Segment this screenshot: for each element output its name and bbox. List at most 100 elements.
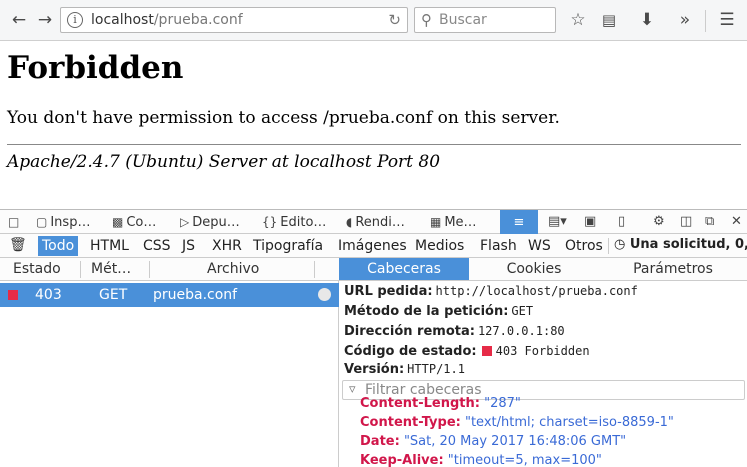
separate-window-icon[interactable]: ⧉ [705, 214, 714, 229]
filter-flash[interactable]: Flash [476, 236, 521, 256]
status-dot-icon [318, 288, 331, 301]
filter-fonts[interactable]: Tipografía [249, 236, 327, 256]
settings-icon[interactable]: ⚙ [653, 214, 665, 229]
network-filterbar: 🗑 Todo HTML CSS JS XHR Tipografía Imágen… [0, 234, 747, 258]
debugger-icon: ▷ [180, 215, 190, 229]
filter-icon: ▿ [349, 382, 356, 397]
response-header-row[interactable]: Keep-Alive: "timeout=5, max=100" [360, 453, 602, 467]
overflow-button[interactable]: » [672, 7, 698, 33]
tab-params[interactable]: Parámetros [599, 258, 747, 280]
dock-side-icon[interactable]: ◫ [680, 214, 692, 229]
request-file: prueba.conf [153, 287, 238, 303]
phone-icon[interactable]: ▯ [618, 214, 625, 229]
method-row: Método de la petición: GET [344, 304, 534, 319]
headers-panel: URL pedida: http://localhost/prueba.conf … [340, 281, 747, 467]
filter-media[interactable]: Medios [411, 236, 468, 256]
reading-list-button[interactable]: ▤ [596, 7, 622, 33]
filter-images[interactable]: Imágenes [334, 236, 411, 256]
filter-xhr[interactable]: XHR [208, 236, 246, 256]
responsive-view-icon[interactable]: ▣ [584, 214, 596, 229]
tab-performance[interactable]: ◖ Rendi… [346, 210, 405, 234]
url-row: URL pedida: http://localhost/prueba.conf [344, 284, 638, 299]
tab-debugger[interactable]: ▷ Depu… [180, 210, 240, 234]
remote-row: Dirección remota: 127.0.0.1:80 [344, 324, 565, 339]
back-button[interactable]: ← [6, 7, 32, 33]
reload-icon[interactable]: ↻ [388, 11, 401, 29]
url-bar[interactable]: i localhost/prueba.conf ↻ [60, 7, 408, 33]
url-path: /prueba.conf [153, 12, 243, 28]
filter-all[interactable]: Todo [38, 236, 79, 256]
server-address: Apache/2.4.7 (Ubuntu) Server at localhos… [7, 152, 441, 172]
column-method[interactable]: Mét… [91, 261, 131, 277]
console-icon: ▩ [112, 215, 124, 229]
inspector-icon: ▢ [36, 215, 48, 229]
status-row: Código de estado: 403 Forbidden [344, 344, 590, 359]
memory-icon: ▦ [430, 215, 442, 229]
close-icon[interactable]: ✕ [731, 214, 742, 229]
response-header-row[interactable]: Content-Type: "text/html; charset=iso-88… [360, 415, 674, 430]
column-status[interactable]: Estado [13, 261, 61, 277]
status-error-indicator [481, 346, 492, 356]
table-row[interactable]: 403 GET prueba.conf [0, 283, 339, 307]
filter-other[interactable]: Otros [561, 236, 607, 256]
url-host: localhost [91, 12, 154, 28]
star-icon: ☆ [570, 10, 586, 30]
version-row: Versión: HTTP/1.1 [344, 362, 465, 377]
request-list: 403 GET prueba.conf [0, 281, 339, 467]
bookmark-star-button[interactable]: ☆ [565, 7, 591, 33]
page-message: You don't have permission to access /pru… [7, 108, 560, 128]
response-header-row[interactable]: Content-Length: "287" [360, 396, 521, 411]
picker-button[interactable]: □ [8, 210, 22, 234]
braces-icon: {} [262, 215, 278, 229]
method-value: GET [511, 304, 534, 318]
timer-icon: ◷ [614, 237, 626, 252]
status-value: 403 Forbidden [495, 344, 590, 358]
more-tools-icon[interactable]: ▤▾ [548, 214, 567, 229]
tab-console[interactable]: ▩ Co… [112, 210, 156, 234]
tab-network[interactable]: ≡ [500, 210, 538, 234]
hamburger-icon: ☰ [719, 10, 735, 30]
element-picker-icon: □ [8, 215, 20, 229]
chevrons-right-icon: » [679, 10, 691, 30]
trash-icon[interactable]: 🗑 [9, 237, 27, 253]
request-status: 403 [35, 287, 62, 303]
request-list-header: Estado Mét… Archivo [0, 258, 339, 281]
tab-cookies[interactable]: Cookies [469, 258, 599, 280]
status-error-indicator [8, 290, 18, 300]
downloads-button[interactable]: ⬇ [634, 7, 660, 33]
response-header-row[interactable]: Date: "Sat, 20 May 2017 16:48:06 GMT" [360, 434, 626, 449]
toolbar-divider [705, 10, 706, 32]
filter-ws[interactable]: WS [524, 236, 555, 256]
download-icon: ⬇ [639, 10, 655, 30]
request-method: GET [99, 287, 128, 303]
menu-button[interactable]: ☰ [714, 7, 740, 33]
filter-js[interactable]: JS [178, 236, 199, 256]
filter-css[interactable]: CSS [139, 236, 175, 256]
forward-button[interactable]: → [32, 7, 58, 33]
url-text[interactable]: localhost/prueba.conf [91, 12, 243, 28]
clipboard-icon: ▤ [601, 11, 617, 29]
tab-style-editor[interactable]: {} Edito… [262, 210, 326, 234]
details-tabbar: Cabeceras Cookies Parámetros [339, 258, 747, 281]
column-divider [80, 261, 81, 278]
arrow-right-icon: → [37, 10, 53, 30]
devtools-tabbar: □ ▢ Insp… ▩ Co… ▷ Depu… {} Edito… ◖ Rendi… ▦ M… [0, 209, 747, 234]
arrow-left-icon: ← [11, 10, 27, 30]
page-heading: Forbidden [7, 50, 184, 86]
filter-html[interactable]: HTML [86, 236, 133, 256]
column-file[interactable]: Archivo [207, 261, 259, 277]
search-bar[interactable]: ⚲ Buscar [414, 7, 556, 33]
url-value: http://localhost/prueba.conf [435, 284, 638, 298]
column-divider [314, 261, 315, 278]
browser-toolbar: ← → i localhost/prueba.conf ↻ ⚲ Buscar ☆… [0, 0, 747, 41]
page-content: Forbidden You don't have permission to a… [0, 42, 747, 210]
tab-headers[interactable]: Cabeceras [339, 258, 469, 280]
filter-divider [608, 238, 609, 254]
tab-memory[interactable]: ▦ Me… [430, 210, 477, 234]
tab-inspector[interactable]: ▢ Insp… [36, 210, 90, 234]
info-icon[interactable]: i [67, 12, 83, 28]
network-icon: ≡ [513, 214, 525, 230]
version-value: HTTP/1.1 [407, 362, 465, 376]
search-placeholder: Buscar [439, 12, 487, 28]
remote-value: 127.0.0.1:80 [477, 324, 565, 338]
